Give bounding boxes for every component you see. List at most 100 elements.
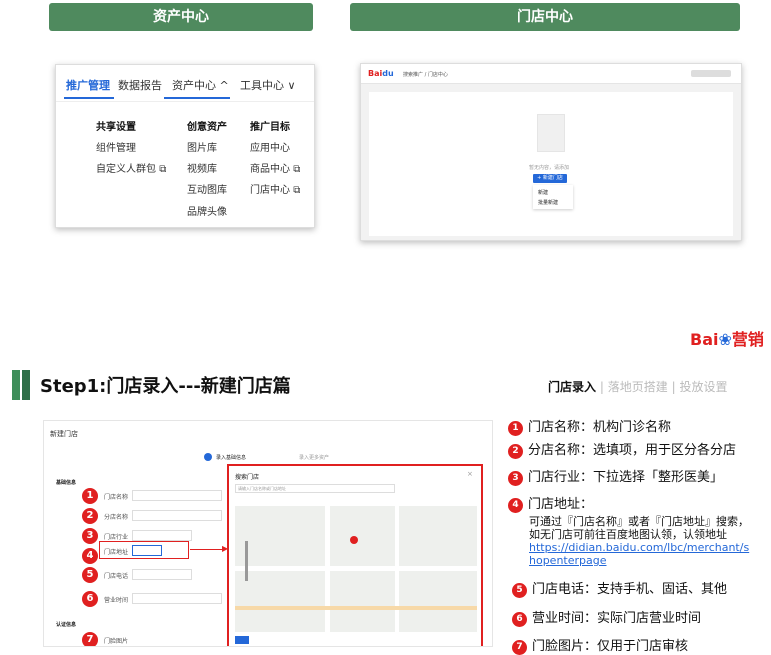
step-sep: | xyxy=(599,380,604,394)
note-num: 1 xyxy=(508,421,523,436)
modal-search-input[interactable]: 请输入门店名称或门店地址 xyxy=(235,484,395,493)
store-content-panel: 暂无内容，请添加 + 新建门店 新建 批量新建 xyxy=(369,92,733,236)
new-store-form-screenshot: 新建门店 录入基础信息 录入更多资产 基础信息 认证信息 1 门店名称 2 分店… xyxy=(43,420,493,647)
paw-icon: ❀ xyxy=(718,330,732,349)
claim-link-line2: hopenterpage xyxy=(529,554,607,567)
heading-bar-light xyxy=(22,370,30,400)
form-title: 新建门店 xyxy=(50,430,78,438)
external-link-icon: ⧉ xyxy=(293,185,301,196)
section-cert: 认证信息 xyxy=(56,622,77,628)
marker-5: 5 xyxy=(82,567,98,583)
claim-link-line1: https://didian.baidu.com/lbc/merchant/s xyxy=(529,541,750,554)
map-pin-icon xyxy=(350,536,358,544)
heading-bar-dark xyxy=(12,370,20,400)
menu-product-center-label: 商品中心 xyxy=(250,164,290,175)
marker-3: 3 xyxy=(82,528,98,544)
asset-center-banner: 资产中心 xyxy=(49,3,313,31)
note-6: 6 营业时间：实际门店营业时间 xyxy=(512,607,701,627)
note-text: 营业时间：实际门店营业时间 xyxy=(532,611,702,626)
address-select-button[interactable] xyxy=(132,545,162,556)
empty-state-illustration xyxy=(537,114,565,152)
assets-tab-indicator xyxy=(164,97,230,99)
step-sep: | xyxy=(671,380,676,394)
menu-video-library[interactable]: 视频库 xyxy=(187,160,217,175)
menu-image-library[interactable]: 图片库 xyxy=(187,139,217,154)
new-store-dropdown: 新建 批量新建 xyxy=(533,185,573,209)
field-label-facade: 门脸图片 xyxy=(104,638,129,645)
step-landing: 落地页搭建 xyxy=(607,380,668,394)
step1-dot xyxy=(204,453,212,461)
store-center-banner: 门店中心 xyxy=(350,3,740,31)
form-step2: 录入更多资产 xyxy=(299,455,330,461)
tab-promotion[interactable]: 推广管理 xyxy=(66,77,110,93)
note-7: 7 门脸图片：仅用于门店审核 xyxy=(512,635,688,655)
field-label-branch: 分店名称 xyxy=(104,514,129,521)
option-new[interactable]: 新建 xyxy=(538,189,548,196)
marker-6: 6 xyxy=(82,591,98,607)
note-num: 2 xyxy=(508,444,523,459)
menu-component-mgmt[interactable]: 组件管理 xyxy=(96,139,136,154)
zoom-slider[interactable] xyxy=(245,541,248,581)
modal-confirm-button[interactable] xyxy=(235,636,249,644)
map-road xyxy=(395,506,399,632)
phone-type-tabs[interactable] xyxy=(132,569,192,580)
store-name-input[interactable] xyxy=(132,490,222,501)
menu-product-center[interactable]: 商品中心 ⧉ xyxy=(250,160,300,175)
store-center-screenshot: Baidu 搜索推广 / 门店中心 暂无内容，请添加 + 新建门店 新建 批量新… xyxy=(360,63,742,241)
menu-store-center[interactable]: 门店中心 ⧉ xyxy=(250,181,300,196)
step-nav: 门店录入 | 落地页搭建 | 投放设置 xyxy=(548,378,727,395)
baidu-marketing-logo: Bai❀营销 xyxy=(690,326,764,350)
note-num: 3 xyxy=(508,471,523,486)
field-label-phone: 门店电话 xyxy=(104,573,129,580)
map-road xyxy=(235,606,477,610)
note-num: 5 xyxy=(512,583,527,598)
note-text: 门店行业：下拉选择「整形医美」 xyxy=(528,470,724,485)
map-road xyxy=(235,566,477,571)
logo-suffix: 营销 xyxy=(731,330,764,349)
tab-assets[interactable]: 资产中心 ^ xyxy=(172,77,229,93)
marker-7: 7 xyxy=(82,632,98,646)
tab-tools[interactable]: 工具中心 ∨ xyxy=(240,77,296,93)
tab-reports[interactable]: 数据报告 xyxy=(118,77,162,93)
marker-4: 4 xyxy=(82,548,98,564)
note-1: 1 门店名称：机构门诊名称 xyxy=(508,416,671,436)
section-basic: 基础信息 xyxy=(56,480,77,486)
menu-shared-settings-head: 共享设置 xyxy=(96,122,136,133)
user-menu[interactable] xyxy=(691,70,731,77)
baidu-logo-small: Baidu xyxy=(368,69,394,78)
page-title: Step1:门店录入---新建门店篇 xyxy=(40,376,291,397)
note-text: 分店名称：选填项，用于区分各分店 xyxy=(528,443,737,458)
note-text: 门店电话：支持手机、固话、其他 xyxy=(532,582,728,597)
hours-input[interactable] xyxy=(132,593,222,604)
step-delivery: 投放设置 xyxy=(679,380,728,394)
close-icon[interactable]: × xyxy=(467,470,473,478)
menu-custom-audience-label: 自定义人群包 xyxy=(96,164,156,175)
active-tab-indicator xyxy=(64,97,114,99)
new-store-button[interactable]: + 新建门店 xyxy=(533,174,567,183)
note-text: 门店地址： xyxy=(528,497,594,512)
field-label-name: 门店名称 xyxy=(104,494,129,501)
address-note-line2: 如无门店可前往百度地图认领，认领地址 xyxy=(529,528,727,541)
empty-state-text: 暂无内容，请添加 xyxy=(529,165,570,171)
menu-creative-assets-head: 创意资产 xyxy=(187,122,227,133)
map-road xyxy=(325,506,330,632)
store-breadcrumb: 搜索推广 / 门店中心 xyxy=(403,72,448,78)
note-3: 3 门店行业：下拉选择「整形医美」 xyxy=(508,466,723,486)
branch-name-input[interactable] xyxy=(132,510,222,521)
address-note-line1: 可通过『门店名称』或者『门店地址』搜索， xyxy=(529,515,749,528)
menu-app-center[interactable]: 应用中心 xyxy=(250,139,290,154)
external-link-icon: ⧉ xyxy=(293,164,301,175)
menu-interactive-library[interactable]: 互动图库 xyxy=(187,181,227,196)
menu-brand-avatar[interactable]: 品牌头像 xyxy=(187,203,227,218)
search-store-modal: 搜索门店 × 请输入门店名称或门店地址 xyxy=(227,464,483,646)
logo-text: Bai xyxy=(690,330,719,349)
claim-link[interactable]: https://didian.baidu.com/lbc/merchant/s h… xyxy=(529,541,764,567)
arrow-line xyxy=(190,549,226,550)
menu-custom-audience[interactable]: 自定义人群包 ⧉ xyxy=(96,160,166,175)
menu-promo-target-head: 推广目标 xyxy=(250,122,290,133)
note-2: 2 分店名称：选填项，用于区分各分店 xyxy=(508,439,736,459)
option-batch-new[interactable]: 批量新建 xyxy=(538,199,558,206)
map-view[interactable] xyxy=(235,506,477,632)
address-note: 可通过『门店名称』或者『门店地址』搜索， 如无门店可前往百度地图认领，认领地址 … xyxy=(529,515,764,567)
industry-select[interactable] xyxy=(132,530,192,541)
